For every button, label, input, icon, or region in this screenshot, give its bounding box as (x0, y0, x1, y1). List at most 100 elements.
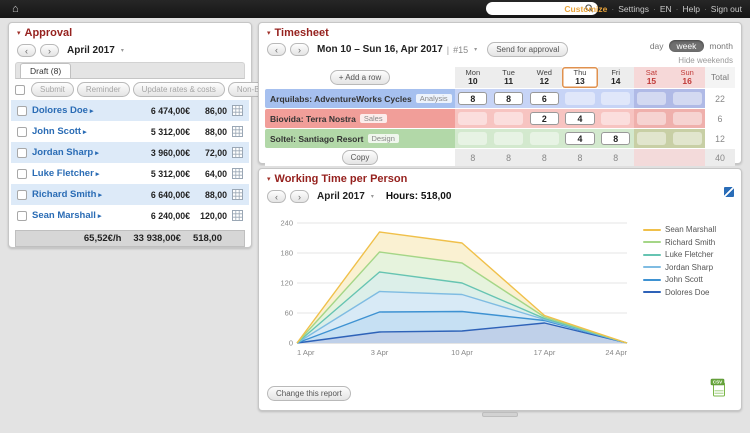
legend-item-luke-fletcher: Luke Fletcher (643, 250, 716, 259)
hours-cell[interactable] (458, 112, 487, 125)
select-all-checkbox[interactable] (15, 85, 25, 95)
timesheet-grid-icon[interactable] (232, 105, 243, 116)
day-header-mon[interactable]: Mon10 (455, 67, 491, 88)
hours-cell[interactable]: 4 (565, 112, 594, 125)
toolbar-button-update-rates-costs[interactable]: Update rates & costs (133, 82, 225, 97)
hours-cell[interactable] (637, 112, 666, 125)
week-caret-icon[interactable]: ▾ (474, 46, 477, 53)
collapse-arrow-icon[interactable]: ▾ (267, 30, 271, 37)
hide-weekends-link[interactable]: Hide weekends (678, 56, 733, 65)
approval-period-caret-icon[interactable]: ▾ (121, 47, 124, 54)
hours-cell[interactable] (637, 132, 666, 145)
day-header-fri[interactable]: Fri14 (598, 67, 634, 88)
timesheet-period[interactable]: Mon 10 – Sun 16, Apr 2017 (317, 44, 443, 55)
toolbar-button-reminder[interactable]: Reminder (77, 82, 130, 97)
person-name-link[interactable]: Jordan Sharp ▸ (32, 147, 129, 158)
person-name-link[interactable]: Richard Smith ▸ (32, 189, 129, 200)
hours-cell[interactable] (673, 92, 702, 105)
hours-cell[interactable] (673, 112, 702, 125)
legend-item-sean-marshall: Sean Marshall (643, 225, 716, 234)
person-checkbox[interactable] (17, 127, 27, 137)
hours-cell[interactable] (494, 112, 523, 125)
person-checkbox[interactable] (17, 148, 27, 158)
timesheet-grid-icon[interactable] (232, 147, 243, 158)
hours-cell[interactable]: 6 (530, 92, 559, 105)
approval-next-button[interactable]: › (40, 44, 59, 57)
timesheet-cell: 8 (598, 129, 634, 148)
day-header-thu[interactable]: Thu13 (562, 67, 598, 88)
view-mode-day[interactable]: day (650, 41, 664, 51)
day-header-wed[interactable]: Wed12 (526, 67, 562, 88)
send-for-approval-button[interactable]: Send for approval (487, 42, 568, 57)
csv-export-icon[interactable]: CSV (710, 378, 727, 398)
report-period-caret-icon[interactable]: ▾ (371, 193, 374, 200)
approval-totals-bar: 65,52€/h 33 938,00€ 518,00 (15, 230, 245, 247)
row-total: 12 (705, 129, 735, 148)
hours-cell[interactable] (601, 92, 630, 105)
approval-prev-button[interactable]: ‹ (17, 44, 36, 57)
timesheet-grid-icon[interactable] (232, 210, 243, 221)
row-arrow-icon: ▸ (94, 171, 99, 178)
timesheet-grid-icon[interactable] (232, 126, 243, 137)
menu-customize[interactable]: Customize (564, 4, 607, 14)
person-name-link[interactable]: John Scott ▸ (32, 126, 129, 137)
hours-cell[interactable] (458, 132, 487, 145)
menu-sign-out[interactable]: Sign out (711, 4, 742, 14)
hours-cell[interactable]: 4 (565, 132, 594, 145)
timesheet-cell: 2 (526, 109, 562, 128)
person-checkbox[interactable] (17, 190, 27, 200)
svg-text:60: 60 (285, 309, 293, 318)
timesheet-grid-icon[interactable] (232, 189, 243, 200)
person-name-link[interactable]: Sean Marshall ▸ (32, 210, 129, 221)
report-prev-button[interactable]: ‹ (267, 190, 286, 203)
day-header-tue[interactable]: Tue11 (491, 67, 527, 88)
copy-button[interactable]: Copy (342, 150, 379, 165)
hours-cell[interactable]: 8 (601, 132, 630, 145)
week-number[interactable]: #15 (453, 45, 468, 55)
hours-cell[interactable] (565, 92, 594, 105)
timesheet-cell (634, 129, 670, 148)
timesheet-next-button[interactable]: › (290, 43, 309, 56)
project-row-label[interactable]: Biovida: Terra NostraSales (265, 109, 455, 128)
hours-cell[interactable] (530, 132, 559, 145)
hours-cell[interactable] (637, 92, 666, 105)
report-period[interactable]: April 2017 (317, 191, 365, 202)
resize-handle[interactable] (482, 412, 518, 417)
day-header-sun[interactable]: Sun16 (669, 67, 705, 88)
person-name-link[interactable]: Luke Fletcher ▸ (32, 168, 129, 179)
person-name-link[interactable]: Dolores Doe ▸ (32, 105, 129, 116)
hours-cell[interactable]: 8 (494, 92, 523, 105)
project-row-label[interactable]: Arquilabs: AdventureWorks CyclesAnalysis (265, 89, 455, 108)
hours-cell[interactable] (601, 112, 630, 125)
add-row-button[interactable]: + Add a row (330, 70, 390, 85)
timesheet-grid-icon[interactable] (232, 168, 243, 179)
view-mode-month[interactable]: month (709, 41, 733, 51)
view-mode-week[interactable]: week (669, 40, 705, 52)
timesheet-cell: 8 (455, 89, 491, 108)
menu-settings[interactable]: Settings (618, 4, 649, 14)
approval-period[interactable]: April 2017 (67, 45, 115, 56)
menu-help[interactable]: Help (682, 4, 699, 14)
collapse-arrow-icon[interactable]: ▾ (17, 30, 21, 37)
hours-cell[interactable]: 2 (530, 112, 559, 125)
hours-cell[interactable] (494, 132, 523, 145)
project-row-label[interactable]: Soltel: Santiago ResortDesign (265, 129, 455, 148)
hours-cell[interactable]: 8 (458, 92, 487, 105)
person-checkbox[interactable] (17, 106, 27, 116)
day-date: 14 (611, 77, 620, 86)
day-header-sat[interactable]: Sat15 (634, 67, 670, 88)
home-icon[interactable]: ⌂ (12, 4, 19, 15)
timesheet-prev-button[interactable]: ‹ (267, 43, 286, 56)
svg-text:120: 120 (280, 279, 293, 288)
toolbar-button-submit[interactable]: Submit (31, 82, 74, 97)
tab-draft[interactable]: Draft (8) (20, 63, 71, 78)
report-next-button[interactable]: › (290, 190, 309, 203)
collapse-arrow-icon[interactable]: ▾ (267, 176, 271, 183)
hours-cell[interactable] (673, 132, 702, 145)
svg-text:0: 0 (289, 339, 293, 348)
expand-icon[interactable] (724, 187, 734, 197)
menu-en[interactable]: EN (660, 4, 672, 14)
person-checkbox[interactable] (17, 211, 27, 221)
person-checkbox[interactable] (17, 169, 27, 179)
change-report-button[interactable]: Change this report (267, 386, 351, 401)
